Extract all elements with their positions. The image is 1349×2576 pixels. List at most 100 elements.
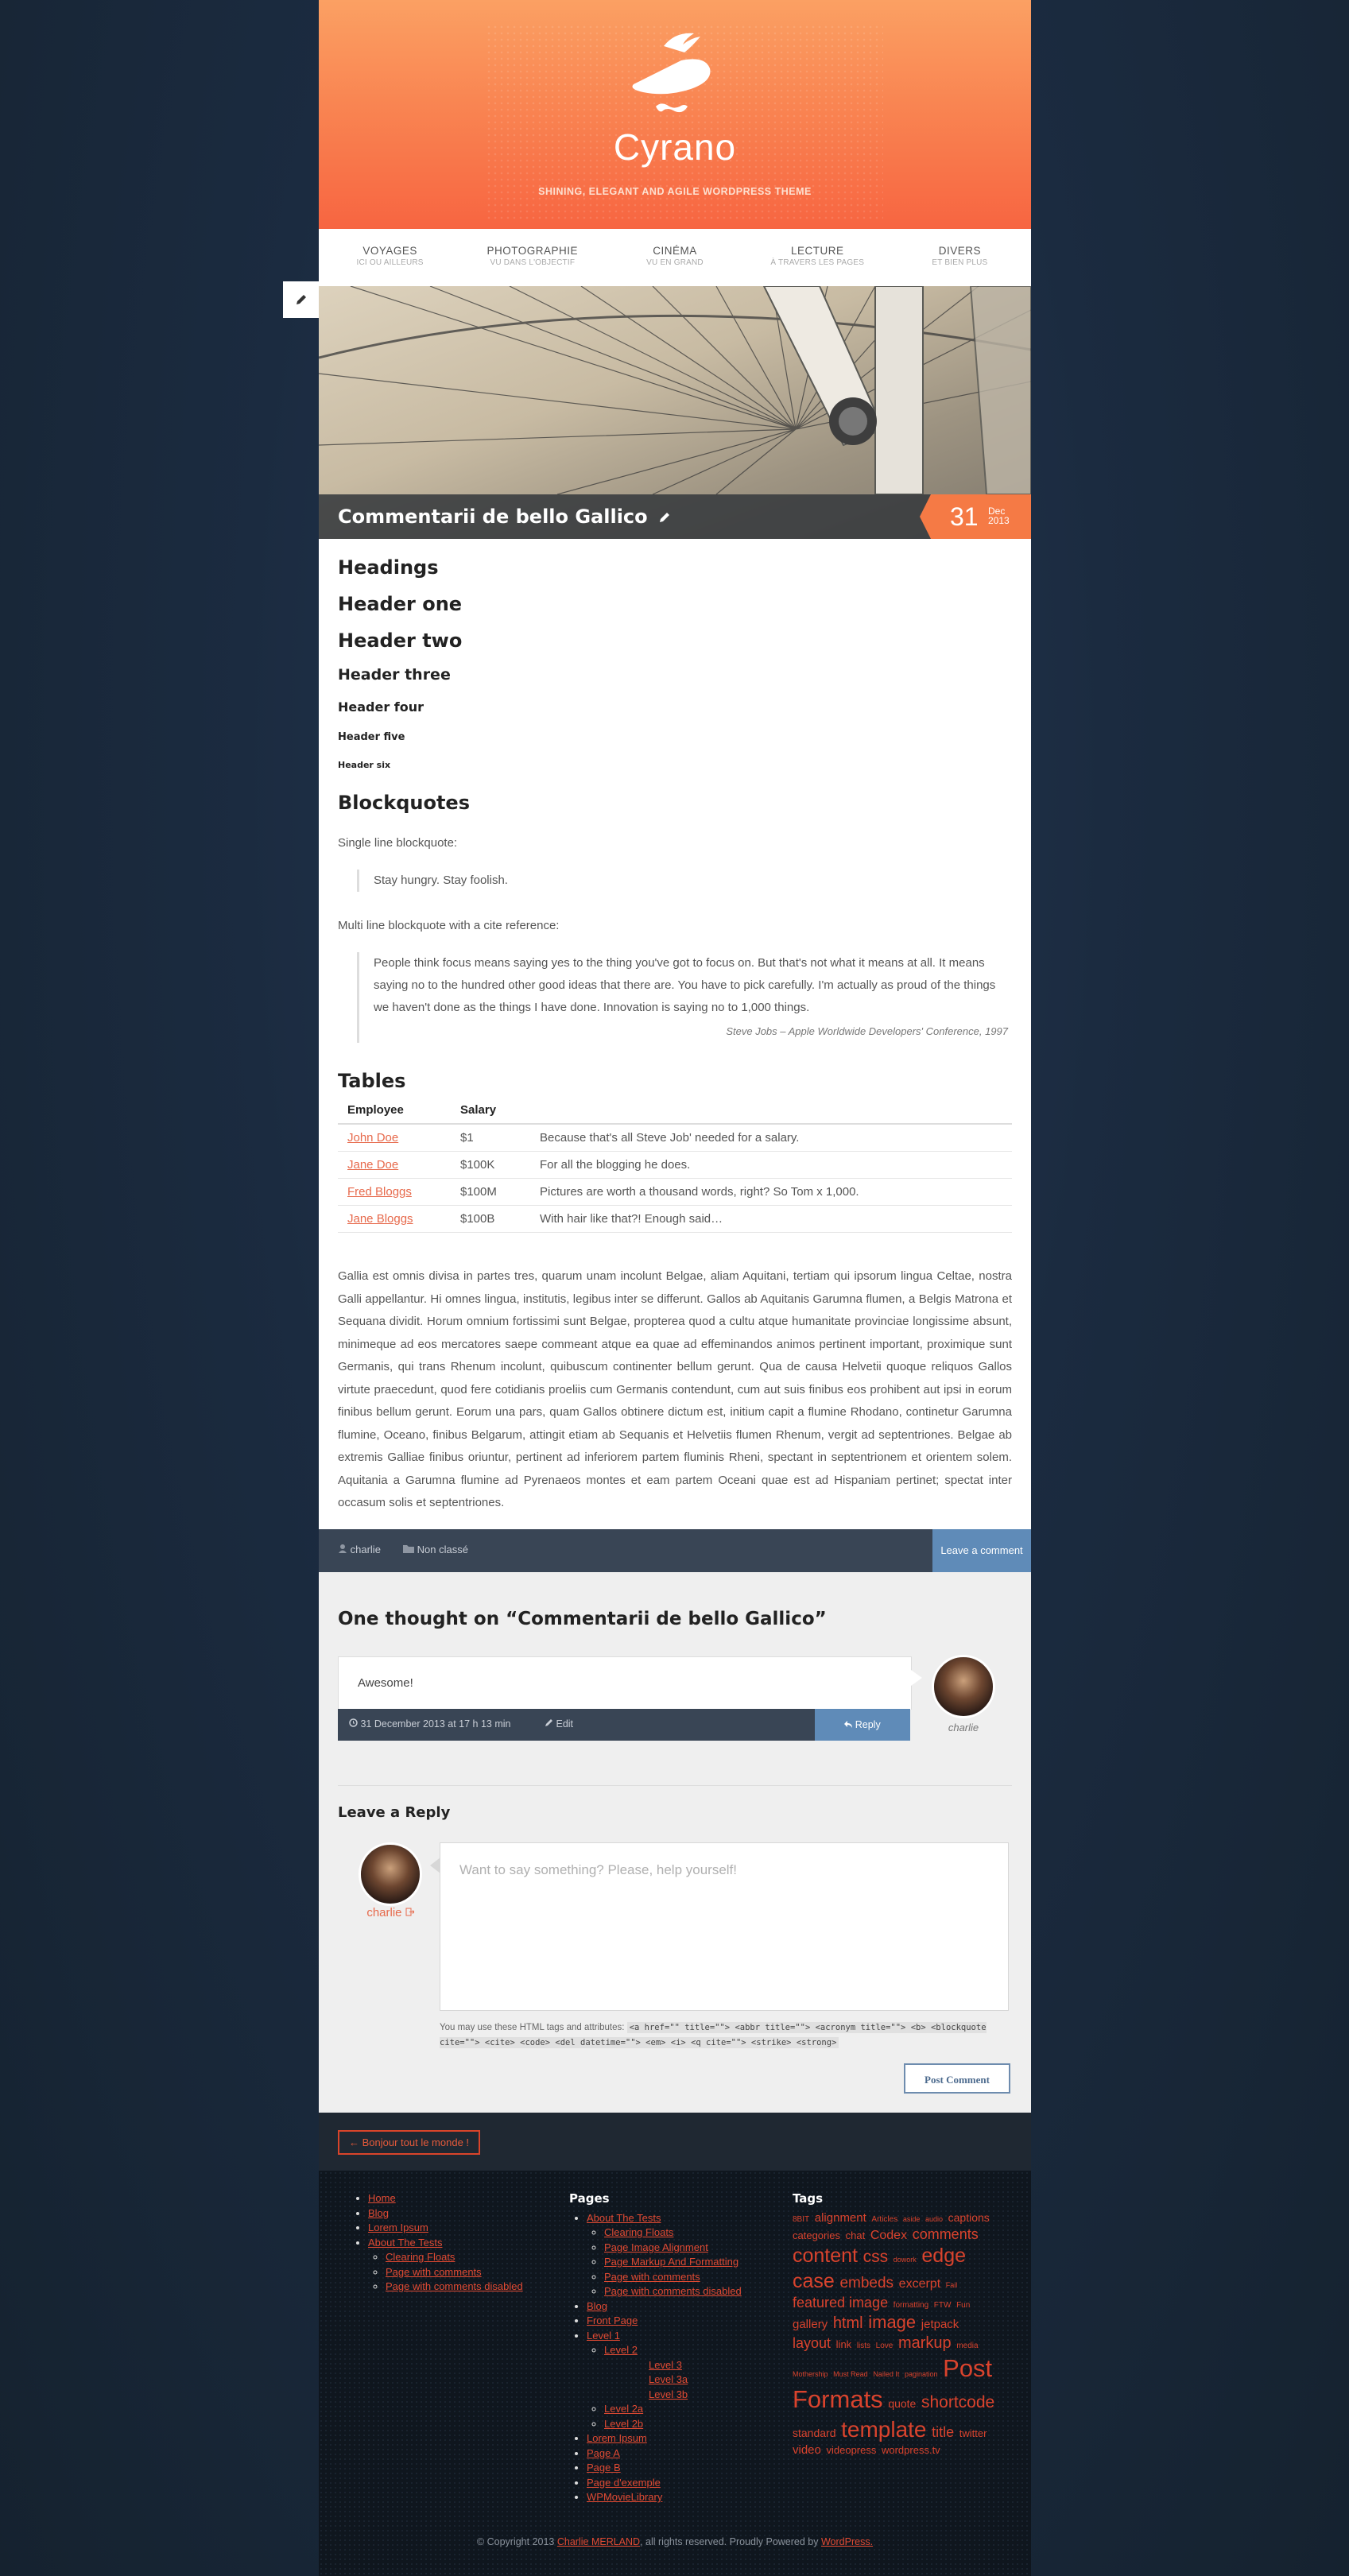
tag-link[interactable]: excerpt (899, 2277, 940, 2291)
tag-link[interactable]: FTW (934, 2301, 952, 2310)
tag-link[interactable]: quote (888, 2397, 916, 2410)
footer-link[interactable]: Front Page (587, 2315, 638, 2326)
tag-link[interactable]: lists (857, 2342, 870, 2350)
tag-link[interactable]: content (793, 2245, 858, 2267)
tag-link[interactable]: categories (793, 2229, 840, 2241)
tag-link[interactable]: gallery (793, 2318, 828, 2331)
footer-link[interactable]: Page A (587, 2447, 620, 2459)
footer-link[interactable]: Level 3b (649, 2388, 688, 2400)
tag-link[interactable]: Articles (871, 2215, 897, 2224)
footer-link[interactable]: Page with comments (604, 2271, 700, 2283)
pencil-icon[interactable] (657, 510, 672, 525)
leave-comment-button[interactable]: Leave a comment (932, 1529, 1031, 1579)
tag-link[interactable]: twitter (959, 2427, 987, 2439)
tag-link[interactable]: alignment (815, 2211, 866, 2225)
tag-link[interactable]: audio (925, 2215, 943, 2223)
footer-link[interactable]: Level 2 (604, 2344, 638, 2356)
logout-icon[interactable] (405, 1908, 415, 1916)
post-author[interactable]: charlie (338, 1544, 381, 1555)
footer-link[interactable]: About The Tests (368, 2237, 442, 2249)
footer-link[interactable]: Page with comments (386, 2266, 482, 2278)
tag-link[interactable]: aside (903, 2215, 921, 2223)
tag-link[interactable]: media (956, 2342, 978, 2350)
tag-link[interactable]: Codex (870, 2229, 907, 2242)
site-title[interactable]: Cyrano (319, 126, 1031, 169)
author-link[interactable]: Charlie MERLAND (557, 2536, 640, 2547)
edit-toggle[interactable] (283, 281, 319, 318)
tag-link[interactable]: image (868, 2312, 916, 2332)
footer-link[interactable]: Level 2b (604, 2418, 643, 2430)
tag-link[interactable]: pagination (905, 2370, 938, 2378)
nav-item-voyages[interactable]: VOYAGES ICI OU AILLEURS (319, 229, 461, 286)
footer-link[interactable]: Page with comments disabled (386, 2280, 523, 2292)
nav-item-cinema[interactable]: CINÉMA VU EN GRAND (603, 229, 746, 286)
tag-link[interactable]: layout (793, 2335, 831, 2351)
footer-link[interactable]: Page d'exemple (587, 2477, 661, 2489)
tag-link[interactable]: dowork (894, 2256, 917, 2264)
comment-edit-link[interactable]: Edit (545, 1718, 573, 1730)
footer-link[interactable]: About The Tests (587, 2212, 661, 2224)
tag-link[interactable]: formatting (894, 2301, 928, 2310)
previous-post-link[interactable]: ← Bonjour tout le monde ! (338, 2130, 481, 2155)
footer-link[interactable]: Level 1 (587, 2330, 620, 2342)
footer-link[interactable]: Lorem Ipsum (587, 2432, 647, 2444)
post-title[interactable]: Commentarii de bello Gallico (338, 506, 672, 528)
post-comment-button[interactable]: Post Comment (904, 2063, 1010, 2094)
tag-link[interactable]: comments (913, 2226, 979, 2242)
avatar[interactable] (932, 1655, 995, 1718)
tag-link[interactable]: link (836, 2338, 852, 2350)
tag-link[interactable]: featured image (793, 2295, 888, 2311)
tag-link[interactable]: Nailed It (873, 2370, 899, 2378)
comment-author[interactable]: charlie (936, 1722, 991, 1733)
footer-link[interactable]: Home (368, 2192, 396, 2204)
employee-link[interactable]: Jane Doe (347, 1158, 398, 1172)
footer-link[interactable]: Blog (368, 2207, 389, 2219)
tag-link[interactable]: css (863, 2248, 889, 2266)
tag-link[interactable]: Fun (956, 2301, 970, 2310)
footer-link[interactable]: Level 3 (649, 2359, 682, 2371)
tag-link[interactable]: jetpack (921, 2318, 959, 2331)
footer-link[interactable]: Level 2a (604, 2403, 643, 2415)
footer-link[interactable]: WPMovieLibrary (587, 2491, 662, 2503)
footer-link[interactable]: Clearing Floats (604, 2226, 673, 2238)
employee-link[interactable]: Jane Bloggs (347, 1212, 413, 1226)
tag-link[interactable]: chat (846, 2229, 866, 2241)
tag-link[interactable]: title (932, 2424, 954, 2440)
comment-textarea[interactable]: Want to say something? Please, help your… (430, 1842, 1009, 2011)
hat-mustache-logo-icon[interactable] (624, 29, 727, 124)
footer-link[interactable]: Page with comments disabled (604, 2285, 742, 2297)
employee-link[interactable]: Fred Bloggs (347, 1185, 412, 1199)
post-category[interactable]: Non classé (403, 1544, 468, 1555)
employee-link[interactable]: John Doe (347, 1131, 398, 1145)
comment-reply-button[interactable]: Reply (815, 1709, 910, 1741)
nav-item-photographie[interactable]: PHOTOGRAPHIE VU DANS L'OBJECTIF (461, 229, 603, 286)
tag-link[interactable]: standard (793, 2427, 835, 2439)
logged-in-user[interactable]: charlie (359, 1906, 422, 1919)
comment-date[interactable]: 31 December 2013 at 17 h 13 min (349, 1718, 511, 1730)
tag-link[interactable]: video (793, 2443, 821, 2457)
nav-item-lecture[interactable]: LECTURE À TRAVERS LES PAGES (746, 229, 889, 286)
footer-link[interactable]: Page Image Alignment (604, 2241, 708, 2253)
footer-link[interactable]: Page B (587, 2462, 621, 2473)
footer-link[interactable]: Level 3a (649, 2373, 688, 2385)
tag-link[interactable]: markup (898, 2334, 952, 2352)
nav-item-divers[interactable]: DIVERS ET BIEN PLUS (889, 229, 1031, 286)
tag-link[interactable]: Mothership (793, 2370, 828, 2378)
footer-link[interactable]: Page Markup And Formatting (604, 2256, 738, 2268)
tag-link[interactable]: 8BIT (793, 2215, 809, 2224)
tag-link[interactable]: captions (948, 2211, 990, 2224)
wordpress-link[interactable]: WordPress. (821, 2536, 873, 2547)
tag-link[interactable]: Fail (946, 2281, 958, 2289)
tag-link[interactable]: wordpress.tv (882, 2444, 940, 2456)
footer-link[interactable]: Clearing Floats (386, 2251, 455, 2263)
footer-link[interactable]: Lorem Ipsum (368, 2222, 428, 2233)
tag-link[interactable]: shortcode (921, 2393, 994, 2411)
tag-link[interactable]: embeds (839, 2275, 894, 2291)
tag-link[interactable]: Love (876, 2342, 894, 2350)
tag-link[interactable]: videopress (826, 2444, 876, 2456)
tag-link[interactable]: template (841, 2417, 926, 2442)
footer-link[interactable]: Blog (587, 2300, 607, 2312)
list-item: Home (368, 2191, 541, 2206)
tag-link[interactable]: Must Read (833, 2370, 868, 2378)
tag-link[interactable]: html (833, 2315, 863, 2332)
